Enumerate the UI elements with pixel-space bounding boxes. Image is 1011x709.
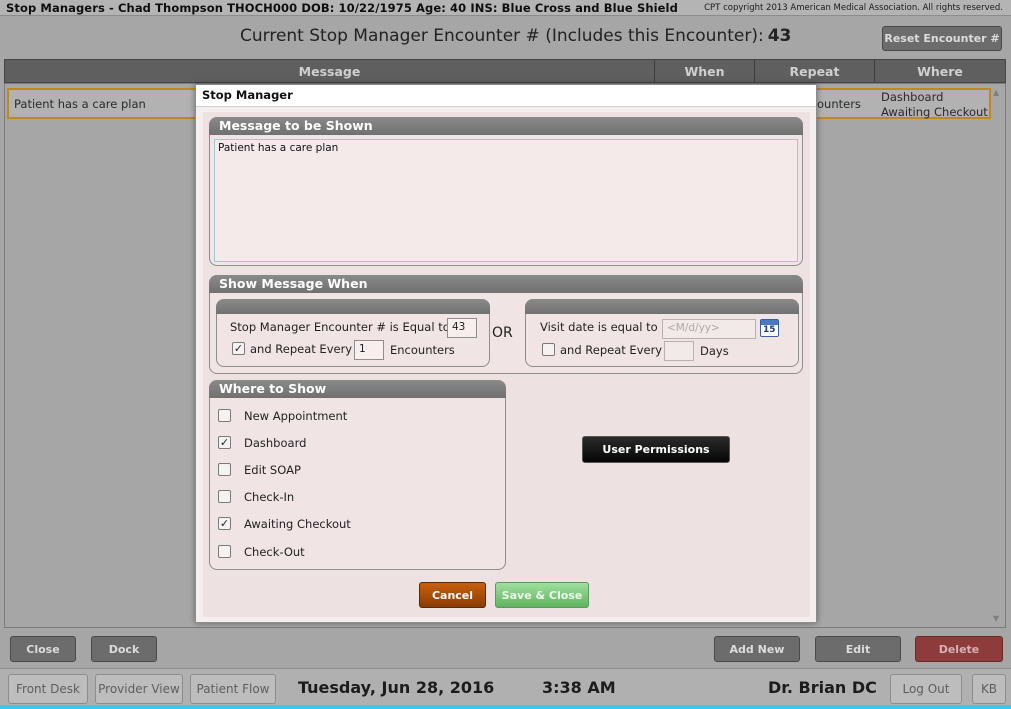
grid-scrollbar[interactable]: ▲ ▼ bbox=[991, 88, 1003, 623]
encounter-counter: Current Stop Manager Encounter # (Includ… bbox=[0, 20, 1011, 56]
reset-encounter-button[interactable]: Reset Encounter # bbox=[882, 26, 1002, 51]
where-checkbox[interactable]: ✓ bbox=[218, 436, 231, 449]
encounter-repeat-input[interactable]: 1 bbox=[354, 340, 384, 360]
dialog-body: Message to be Shown Show Message When St… bbox=[203, 112, 810, 617]
days-repeat-checkbox[interactable] bbox=[542, 343, 555, 356]
user-permissions-button[interactable]: User Permissions bbox=[582, 436, 730, 463]
grid-header: Message When Repeat Where bbox=[4, 59, 1006, 83]
row-where: Dashboard Awaiting Checkout bbox=[881, 90, 988, 119]
where-checkbox[interactable]: ✓ bbox=[218, 517, 231, 530]
save-close-button[interactable]: Save & Close bbox=[495, 582, 589, 608]
where-checkbox[interactable] bbox=[218, 545, 231, 558]
front-desk-button[interactable]: Front Desk bbox=[8, 674, 88, 704]
show-when-group: Show Message When Stop Manager Encounter… bbox=[209, 275, 803, 374]
column-header-where[interactable]: Where bbox=[875, 60, 1005, 82]
days-unit: Days bbox=[700, 344, 729, 358]
action-bar: Close Dock Add New Edit Delete bbox=[0, 630, 1011, 668]
keyboard-button[interactable]: KB bbox=[972, 674, 1006, 704]
encounter-condition-panel: Stop Manager Encounter # is Equal to 43 … bbox=[216, 299, 490, 367]
title-bar: Stop Managers - Chad Thompson THOCH000 D… bbox=[0, 0, 1011, 16]
stop-manager-dialog: Stop Manager Message to be Shown Show Me… bbox=[195, 84, 817, 623]
where-to-show-group: Where to Show New Appointment ✓ Dashboard… bbox=[209, 380, 506, 570]
visit-date-label: Visit date is equal to bbox=[540, 320, 658, 334]
row-message: Patient has a care plan bbox=[14, 97, 146, 111]
encounter-number-input[interactable]: 43 bbox=[447, 318, 477, 338]
where-checkbox[interactable] bbox=[218, 463, 231, 476]
visit-date-input[interactable]: <M/d/yy> bbox=[662, 319, 756, 339]
days-repeat-label: and Repeat Every bbox=[560, 343, 663, 357]
encounter-repeat-label: and Repeat Every bbox=[250, 342, 353, 356]
column-header-when[interactable]: When bbox=[655, 60, 755, 82]
bottom-accent-strip bbox=[0, 705, 1011, 709]
scroll-up-icon[interactable]: ▲ bbox=[993, 88, 999, 97]
or-label: OR bbox=[492, 325, 513, 341]
current-date: Tuesday, Jun 28, 2016 bbox=[298, 678, 495, 697]
row-repeat: ounters bbox=[817, 97, 861, 111]
copyright-notice: CPT copyright 2013 American Medical Asso… bbox=[704, 3, 1003, 13]
calendar-icon[interactable]: 15 bbox=[760, 319, 779, 337]
close-button[interactable]: Close bbox=[10, 636, 76, 662]
current-time: 3:38 AM bbox=[542, 678, 616, 697]
encounter-repeat-checkbox[interactable]: ✓ bbox=[232, 342, 245, 355]
column-header-repeat[interactable]: Repeat bbox=[755, 60, 875, 82]
encounter-counter-number: 43 bbox=[767, 26, 792, 46]
where-to-show-header: Where to Show bbox=[209, 380, 506, 398]
encounter-equal-label: Stop Manager Encounter # is Equal to bbox=[230, 320, 450, 334]
cancel-button[interactable]: Cancel bbox=[419, 582, 486, 608]
edit-button[interactable]: Edit bbox=[815, 636, 901, 662]
dialog-title: Stop Manager bbox=[196, 85, 816, 107]
log-out-button[interactable]: Log Out bbox=[890, 674, 962, 704]
footer-bar: Front Desk Provider View Patient Flow Tu… bbox=[0, 668, 1011, 709]
where-checkbox[interactable] bbox=[218, 409, 231, 422]
show-when-group-header: Show Message When bbox=[209, 275, 803, 293]
message-textarea[interactable] bbox=[214, 139, 798, 262]
delete-button[interactable]: Delete bbox=[915, 636, 1003, 662]
days-repeat-input[interactable] bbox=[664, 341, 694, 361]
encounter-counter-label: Current Stop Manager Encounter # (Includ… bbox=[240, 26, 792, 46]
visit-date-condition-panel: Visit date is equal to <M/d/yy> 15 and R… bbox=[525, 299, 799, 367]
column-header-message[interactable]: Message bbox=[5, 60, 655, 82]
where-checkbox[interactable] bbox=[218, 490, 231, 503]
scroll-down-icon[interactable]: ▼ bbox=[993, 614, 999, 623]
encounter-repeat-unit: Encounters bbox=[390, 343, 455, 357]
message-group: Message to be Shown bbox=[209, 117, 803, 266]
dock-button[interactable]: Dock bbox=[91, 636, 157, 662]
doctor-name: Dr. Brian DC bbox=[768, 678, 877, 697]
add-new-button[interactable]: Add New bbox=[714, 636, 800, 662]
provider-view-button[interactable]: Provider View bbox=[95, 674, 183, 704]
message-group-header: Message to be Shown bbox=[209, 117, 803, 135]
patient-flow-button[interactable]: Patient Flow bbox=[190, 674, 276, 704]
patient-info: Stop Managers - Chad Thompson THOCH000 D… bbox=[6, 1, 678, 15]
